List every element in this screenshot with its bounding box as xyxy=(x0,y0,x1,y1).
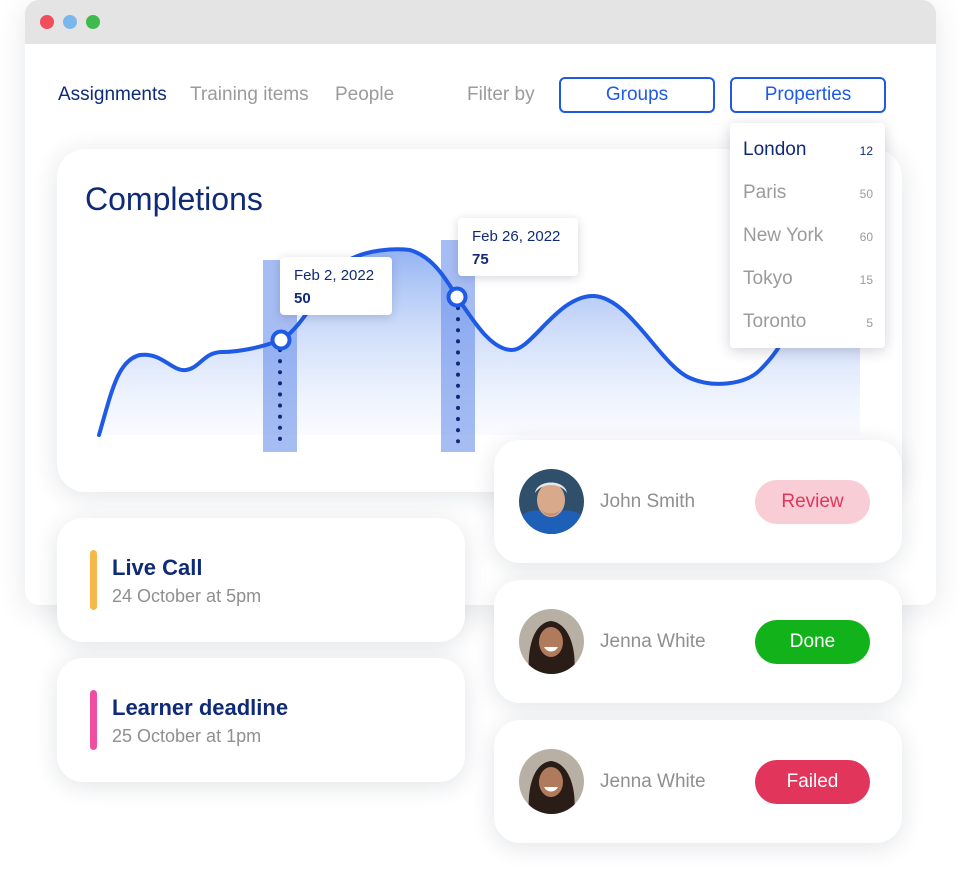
person-name: Jenna White xyxy=(600,631,706,652)
person-card-jenna-white-2[interactable]: Jenna White Failed xyxy=(494,720,902,843)
dropdown-item-name: Tokyo xyxy=(743,268,793,289)
dropdown-item-paris[interactable]: Paris 50 xyxy=(743,182,873,206)
event-date: 24 October at 5pm xyxy=(112,586,262,606)
dropdown-item-tokyo[interactable]: Tokyo 15 xyxy=(743,268,873,292)
dropdown-item-count: 15 xyxy=(859,273,873,287)
tooltip-date: Feb 26, 2022 xyxy=(472,228,561,245)
event-date: 25 October at 1pm xyxy=(112,726,262,746)
person-name: Jenna White xyxy=(600,771,706,792)
event-title: Learner deadline xyxy=(112,695,289,720)
dropdown-item-london[interactable]: London 12 xyxy=(743,139,873,163)
person-card-jenna-white[interactable]: Jenna White Done xyxy=(494,580,902,703)
event-color-bar xyxy=(90,690,97,750)
status-badge-review[interactable]: Review xyxy=(755,480,870,524)
dropdown-item-name: New York xyxy=(743,225,824,246)
dropdown-item-count: 12 xyxy=(859,144,873,158)
smiling-woman-avatar xyxy=(519,609,584,674)
tooltip-value: 75 xyxy=(472,251,489,268)
chart-tooltip-feb-26: Feb 26, 2022 75 xyxy=(458,218,578,276)
older-man-avatar xyxy=(519,469,584,534)
tooltip-value: 50 xyxy=(294,290,311,307)
dropdown-item-name: Paris xyxy=(743,182,787,203)
chart-tooltip-feb-2: Feb 2, 2022 50 xyxy=(280,257,392,315)
dropdown-item-name: London xyxy=(743,139,807,160)
status-badge-done[interactable]: Done xyxy=(755,620,870,664)
event-card-live-call[interactable]: Live Call 24 October at 5pm xyxy=(57,518,465,642)
status-badge-failed[interactable]: Failed xyxy=(755,760,870,804)
event-color-bar xyxy=(90,550,97,610)
dropdown-item-count: 60 xyxy=(859,230,873,244)
properties-dropdown: London 12 Paris 50 New York 60 Tokyo 15 … xyxy=(730,123,885,348)
dropdown-item-count: 5 xyxy=(866,316,873,330)
person-card-john-smith[interactable]: John Smith Review xyxy=(494,440,902,563)
smiling-woman-avatar xyxy=(519,749,584,814)
dropdown-item-name: Toronto xyxy=(743,311,807,332)
event-card-learner-deadline[interactable]: Learner deadline 25 October at 1pm xyxy=(57,658,465,782)
data-point-feb-26[interactable] xyxy=(446,286,468,308)
dropdown-item-count: 50 xyxy=(859,187,873,201)
dropdown-item-new-york[interactable]: New York 60 xyxy=(743,225,873,249)
data-point-feb-2[interactable] xyxy=(270,329,292,351)
person-name: John Smith xyxy=(600,491,696,512)
event-title: Live Call xyxy=(112,555,203,580)
tooltip-date: Feb 2, 2022 xyxy=(294,267,375,284)
dropdown-item-toronto[interactable]: Toronto 5 xyxy=(743,311,873,335)
